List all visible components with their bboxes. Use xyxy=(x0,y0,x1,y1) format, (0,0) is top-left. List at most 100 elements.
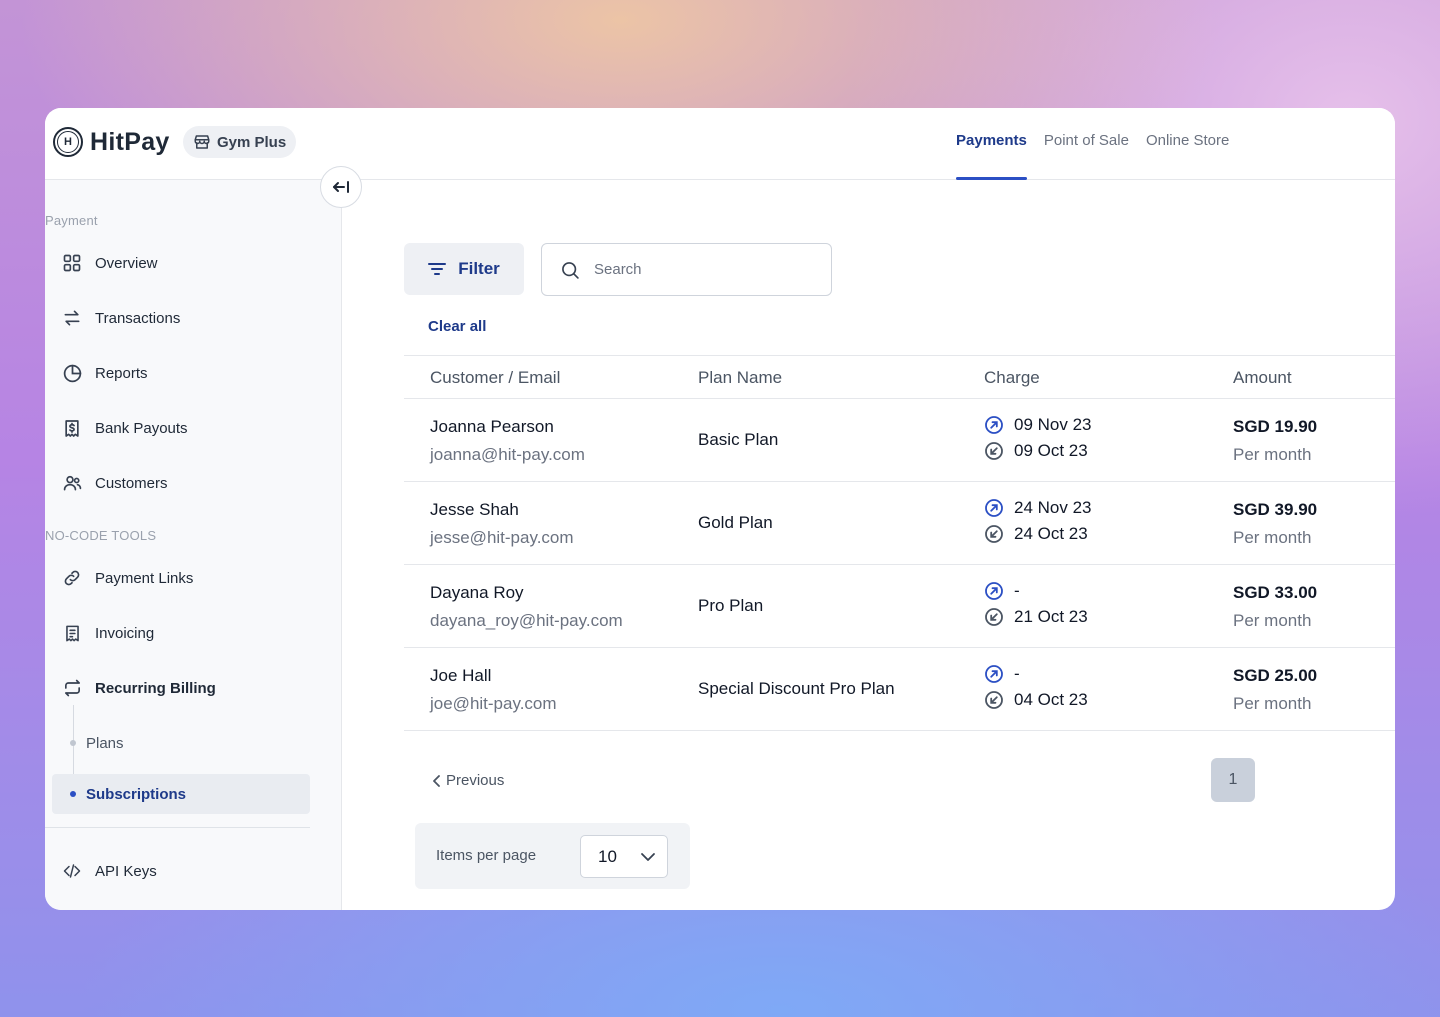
column-header-plan[interactable]: Plan Name xyxy=(698,368,782,388)
billing-period: Per month xyxy=(1233,694,1312,713)
sidebar-item-label: Customers xyxy=(95,474,168,492)
customer-email: dayana_roy@hit-pay.com xyxy=(430,611,623,630)
sidebar-subitem-label: Plans xyxy=(86,734,124,752)
table-row[interactable]: Joe Hall joe@hit-pay.com Special Discoun… xyxy=(404,648,1395,731)
customer-name: Joe Hall xyxy=(430,666,492,685)
sidebar-item-label: Overview xyxy=(95,254,158,272)
top-nav: Payments Point of Sale Online Store xyxy=(956,108,1229,180)
sidebar-subitem-plans[interactable]: Plans xyxy=(45,723,310,763)
customer-name: Dayana Roy xyxy=(430,583,524,602)
customer-name: Jesse Shah xyxy=(430,500,519,519)
sidebar-item-overview[interactable]: Overview xyxy=(61,245,158,281)
next-charge: 24 Nov 23 xyxy=(984,495,1092,521)
sidebar-item-customers[interactable]: Customers xyxy=(61,465,168,501)
hitpay-logo[interactable]: H HitPay xyxy=(53,127,170,157)
column-header-customer[interactable]: Customer / Email xyxy=(430,368,560,388)
logo-letter: H xyxy=(64,136,72,148)
amount-cell: SGD 39.90 Per month xyxy=(1233,500,1317,548)
amount-value: SGD 33.00 xyxy=(1233,583,1318,602)
billing-period: Per month xyxy=(1233,445,1312,464)
plan-name: Basic Plan xyxy=(698,430,779,449)
last-charge: 24 Oct 23 xyxy=(984,521,1092,547)
store-switcher[interactable]: Gym Plus xyxy=(183,126,297,158)
app-window: H HitPay Gym Plus Payments Point of Sale… xyxy=(45,108,1395,910)
column-header-amount[interactable]: Amount xyxy=(1233,368,1292,388)
chevron-down-icon xyxy=(641,853,655,861)
next-charge-date: 09 Nov 23 xyxy=(1014,415,1092,434)
sidebar-item-label: Payment Links xyxy=(95,569,194,587)
previous-page-button[interactable]: Previous xyxy=(432,772,504,789)
sidebar-item-recurring-billing[interactable]: Recurring Billing xyxy=(61,670,216,706)
clear-all-link[interactable]: Clear all xyxy=(428,318,486,335)
items-per-page-select[interactable]: 10 xyxy=(580,835,668,878)
column-header-charge[interactable]: Charge xyxy=(984,368,1040,388)
bullet-dot xyxy=(70,791,76,797)
sidebar-item-transactions[interactable]: Transactions xyxy=(61,300,180,336)
top-bar: H HitPay Gym Plus Payments Point of Sale… xyxy=(45,108,1395,180)
next-charge: 09 Nov 23 xyxy=(984,412,1092,438)
charge-cell: 24 Nov 23 24 Oct 23 xyxy=(984,495,1092,547)
sidebar-item-payment-links[interactable]: Payment Links xyxy=(61,560,193,596)
sidebar-item-label: API Keys xyxy=(95,862,157,880)
charge-cell: 09 Nov 23 09 Oct 23 xyxy=(984,412,1092,464)
customer-cell: Joanna Pearson joanna@hit-pay.com xyxy=(430,417,585,465)
next-charge-date: - xyxy=(1014,664,1020,683)
customer-email: joanna@hit-pay.com xyxy=(430,445,585,464)
pie-chart-icon xyxy=(61,362,83,384)
previous-label: Previous xyxy=(446,772,505,789)
link-icon xyxy=(61,567,83,589)
search-icon xyxy=(562,261,579,279)
sidebar-subitem-subscriptions[interactable]: Subscriptions xyxy=(52,774,310,814)
table-row[interactable]: Jesse Shah jesse@hit-pay.com Gold Plan 2… xyxy=(404,482,1395,565)
bullet-dot xyxy=(70,740,76,746)
sidebar-item-label: Invoicing xyxy=(95,624,155,642)
table-row[interactable]: Joanna Pearson joanna@hit-pay.com Basic … xyxy=(404,399,1395,482)
search-input[interactable] xyxy=(594,261,794,278)
table-row[interactable]: Dayana Roy dayana_roy@hit-pay.com Pro Pl… xyxy=(404,565,1395,648)
tab-payments[interactable]: Payments xyxy=(956,108,1027,180)
filter-button[interactable]: Filter xyxy=(404,243,524,295)
brand-name: HitPay xyxy=(90,127,170,156)
customer-name: Joanna Pearson xyxy=(430,417,554,436)
tab-point-of-sale[interactable]: Point of Sale xyxy=(1044,108,1129,180)
next-charge-icon xyxy=(985,582,1003,600)
sidebar-item-reports[interactable]: Reports xyxy=(61,355,148,391)
sidebar-item-api-keys[interactable]: API Keys xyxy=(61,853,157,889)
customer-cell: Joe Hall joe@hit-pay.com xyxy=(430,666,557,714)
sidebar-subitem-label: Subscriptions xyxy=(86,785,187,803)
invoice-icon xyxy=(61,622,83,644)
section-label-payment: Payment xyxy=(45,213,98,228)
charge-cell: - 21 Oct 23 xyxy=(984,578,1088,630)
page-number-button[interactable]: 1 xyxy=(1211,758,1255,802)
filter-label: Filter xyxy=(458,259,500,278)
search-box[interactable] xyxy=(541,243,832,296)
sidebar-item-bank-payouts[interactable]: Bank Payouts xyxy=(61,410,188,446)
items-per-page-control: Items per page 10 xyxy=(415,823,690,889)
grid-icon xyxy=(61,252,83,274)
customer-email: joe@hit-pay.com xyxy=(430,694,557,713)
code-icon xyxy=(61,860,83,882)
amount-value: SGD 25.00 xyxy=(1233,666,1318,685)
collapse-arrow-icon xyxy=(333,181,349,193)
customer-cell: Dayana Roy dayana_roy@hit-pay.com xyxy=(430,583,623,631)
chevron-left-icon xyxy=(433,774,440,787)
next-charge: - xyxy=(984,661,1088,687)
last-charge-icon xyxy=(985,608,1003,626)
plan-name: Special Discount Pro Plan xyxy=(698,679,895,698)
collapse-sidebar-button[interactable] xyxy=(320,166,362,208)
sidebar-item-invoicing[interactable]: Invoicing xyxy=(61,615,154,651)
store-name: Gym Plus xyxy=(217,133,287,151)
repeat-icon xyxy=(61,677,83,699)
amount-value: SGD 39.90 xyxy=(1233,500,1318,519)
next-charge-icon xyxy=(985,416,1003,434)
section-label-no-code-tools: NO-CODE TOOLS xyxy=(45,528,157,543)
tab-online-store[interactable]: Online Store xyxy=(1146,108,1229,180)
last-charge-icon xyxy=(985,691,1003,709)
table-header: Customer / Email Plan Name Charge Amount xyxy=(404,355,1395,399)
last-charge-icon xyxy=(985,525,1003,543)
sidebar-divider xyxy=(45,827,310,828)
main-content: Filter Clear all Customer / Email Plan N… xyxy=(343,181,1395,910)
dollar-doc-icon xyxy=(61,417,83,439)
plan-name: Gold Plan xyxy=(698,513,773,532)
sidebar-item-label: Bank Payouts xyxy=(95,419,188,437)
